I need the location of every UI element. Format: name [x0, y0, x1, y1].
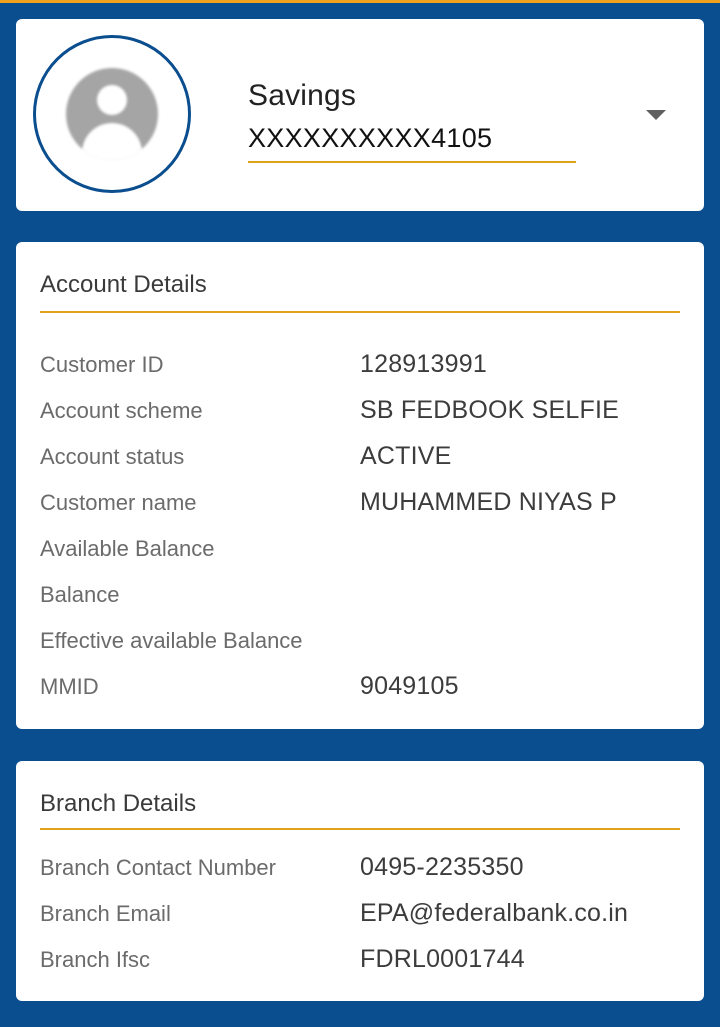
detail-value: ACTIVE [360, 442, 452, 470]
detail-row-balance: Balance [40, 582, 680, 628]
detail-label: Available Balance [40, 536, 215, 561]
detail-label: Account status [40, 444, 185, 469]
section-divider [40, 311, 680, 313]
detail-label: MMID [40, 674, 99, 699]
detail-label: Customer ID [40, 352, 164, 377]
branch-row-email: Branch Email EPA@federalbank.co.in [40, 899, 680, 947]
branch-details-title: Branch Details [40, 790, 197, 817]
detail-value: MUHAMMED NIYAS P [360, 488, 617, 516]
top-accent-bar [0, 0, 720, 3]
detail-label: Branch Ifsc [40, 947, 151, 972]
detail-label: Customer name [40, 490, 197, 515]
detail-row-mmid: MMID 9049105 [40, 672, 680, 720]
detail-value[interactable]: 0495-2235350 [360, 853, 524, 882]
branch-row-ifsc: Branch Ifsc FDRL0001744 [40, 945, 680, 993]
user-profile-icon [66, 68, 158, 160]
branch-row-contact-number: Branch Contact Number 0495-2235350 [40, 853, 680, 901]
detail-row-account-scheme: Account scheme SB FEDBOOK SELFIE [40, 396, 680, 444]
detail-label: Branch Contact Number [40, 855, 276, 880]
account-type-label: Savings [248, 79, 357, 112]
detail-value[interactable]: EPA@federalbank.co.in [360, 899, 628, 928]
detail-value: 128913991 [360, 350, 487, 378]
detail-row-available-balance: Available Balance [40, 536, 680, 582]
account-number-select[interactable]: XXXXXXXXXX4105 [248, 123, 576, 163]
section-divider [40, 828, 680, 830]
detail-label: Balance [40, 582, 120, 607]
account-details-title: Account Details [40, 271, 207, 298]
detail-row-customer-name: Customer name MUHAMMED NIYAS P [40, 488, 680, 536]
detail-row-customer-id: Customer ID 128913991 [40, 350, 680, 398]
detail-row-account-status: Account status ACTIVE [40, 442, 680, 490]
account-selector-card: Savings XXXXXXXXXX4105 [16, 19, 704, 211]
detail-value: SB FEDBOOK SELFIE [360, 396, 620, 424]
detail-value: 9049105 [360, 672, 459, 700]
detail-label: Branch Email [40, 901, 171, 926]
detail-label: Effective available Balance [40, 628, 303, 653]
chevron-down-icon[interactable] [646, 110, 666, 120]
account-details-card: Account Details Customer ID 128913991 Ac… [16, 242, 704, 729]
detail-value: FDRL0001744 [360, 945, 525, 973]
detail-row-effective-balance: Effective available Balance [40, 628, 680, 674]
detail-label: Account scheme [40, 398, 203, 423]
branch-details-card: Branch Details Branch Contact Number 049… [16, 761, 704, 1001]
avatar[interactable] [33, 35, 191, 193]
